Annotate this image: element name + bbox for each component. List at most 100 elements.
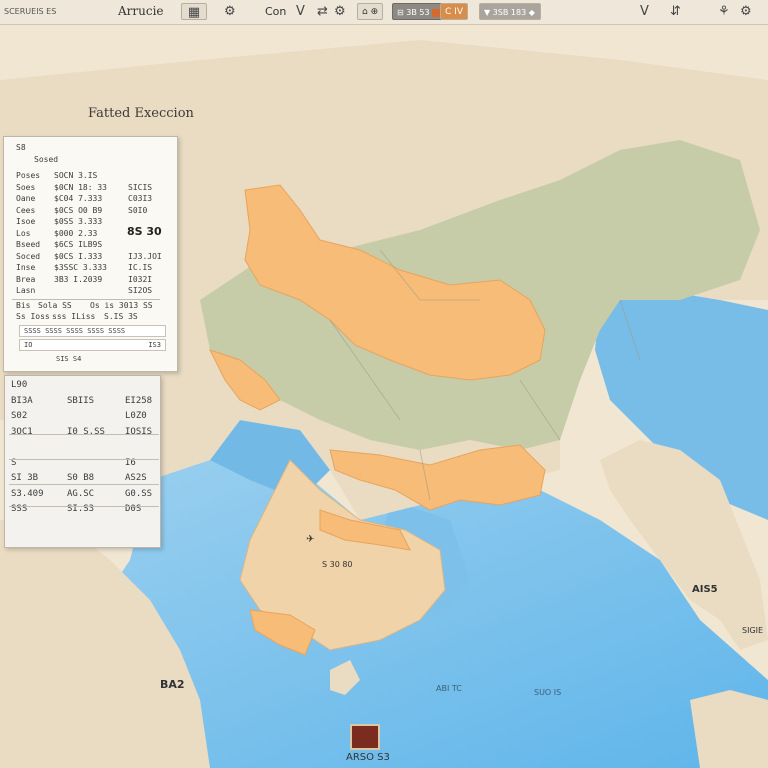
panel1-row-label: Los xyxy=(16,228,31,238)
orange-swatch-icon xyxy=(431,8,440,17)
panel2-divider xyxy=(9,484,159,485)
toolbar-left-text: SCERUEIS ES xyxy=(4,7,57,16)
panel1-row-right: IC.IS xyxy=(128,263,153,272)
panel1-row-label: Inse xyxy=(16,263,36,272)
panel1-row-label: Poses xyxy=(16,171,41,180)
search-select[interactable]: ▼ 3SB 183 ◆ xyxy=(479,3,541,20)
orange-button[interactable]: C IV xyxy=(440,3,468,20)
footer2-mid: sss ILiss xyxy=(52,312,96,321)
panel1-row-right: IJ3.JOI xyxy=(128,251,162,261)
east-asia-label: AIS5 xyxy=(692,584,718,595)
toolbar-title: Arrucie xyxy=(118,4,164,18)
footer2-right: S.IS 3S xyxy=(104,312,138,321)
footer1-right: Os is 3013 SS xyxy=(90,301,153,310)
far-east-land xyxy=(690,690,768,768)
panel2-row-label: S3.409 xyxy=(11,488,44,499)
field2-left: IO xyxy=(24,341,33,349)
dark-select-label: ⊟ 3B 53 xyxy=(397,8,430,17)
pencil-icon[interactable]: ⚙ xyxy=(224,3,236,20)
panel2-row-mid: AG.SC xyxy=(67,488,95,499)
swap-icon[interactable]: ⇄ xyxy=(317,3,328,20)
legend-panel: S8 Sosed Poses SOCN 3.IS Soes $0CN 18: 33 SI… xyxy=(3,136,178,372)
panel2-row: S02 L0Z0 xyxy=(5,411,160,424)
panel1-field-2[interactable]: IO IS3 xyxy=(19,339,166,351)
panel1-row-label: Brea xyxy=(16,274,36,284)
panel1-row-mid: $0CS I.333 xyxy=(54,251,103,261)
con-button[interactable]: Con xyxy=(265,3,286,20)
panel2-row: BI3A SBIIS EI258 xyxy=(5,396,160,409)
panel1-row-mid: SOCN 3.IS xyxy=(54,171,98,180)
panel1-row-label: Lasn xyxy=(16,286,36,295)
footer1-mid: Sola SS xyxy=(38,301,72,310)
panel1-row-right: SI2OS xyxy=(128,286,153,295)
panel1-row-mid: $0CN 18: 33 xyxy=(54,182,107,192)
panel1-row-mid: $C04 7.333 xyxy=(54,194,103,203)
panel1-row-right: C03I3 xyxy=(128,194,153,203)
top-toolbar: SCERUEIS ES Arrucie ▦ ⚙ Con V ⇄ ⚙ ⌂ ⊕ ⊟ … xyxy=(0,0,768,25)
panel1-footer-note: SIS S4 xyxy=(56,355,82,363)
panel1-row-label: Soced xyxy=(16,251,41,261)
panel1-subheader: Sosed xyxy=(34,155,59,164)
dark-select-button[interactable]: ⊟ 3B 53 xyxy=(392,3,445,20)
panel1-row-mid: $0CS O0 B9 xyxy=(54,205,103,215)
location-marker[interactable] xyxy=(350,724,380,750)
panel1-row-right: I032I xyxy=(128,274,153,284)
panel2-row: L90 xyxy=(5,380,160,393)
panel1-footer2: Ss Ioss sss ILiss S.IS 3S xyxy=(4,312,177,325)
panel2-row-right: L0Z0 xyxy=(125,411,147,421)
tools-icon[interactable]: ⚙ xyxy=(334,3,346,20)
panel2-row: 3OC1 I0 S.SS IOSIS xyxy=(5,427,160,440)
panel2-row-label: SI 3B xyxy=(11,473,39,483)
plane-icon: ✈ xyxy=(306,534,315,545)
right-v-button[interactable]: V xyxy=(640,3,649,20)
map-title: Fatted Execcion xyxy=(88,106,194,121)
panel2-row-label: S02 xyxy=(11,411,28,421)
panel1-row-label: Cees xyxy=(16,205,36,215)
panel2-row: S3.409 AG.SC G0.SS xyxy=(5,489,160,502)
panel1-row-label: Bseed xyxy=(16,240,41,249)
panel1-row-mid: $0SS 3.333 xyxy=(54,217,103,226)
ocean-label: ABI TC xyxy=(436,684,462,693)
panel1-row-mid: $3SSC 3.333 xyxy=(54,263,107,272)
panel1-row-label: Oane xyxy=(16,194,36,203)
panel2-row-label: BI3A xyxy=(11,395,33,406)
grid-icon[interactable]: ▦ xyxy=(181,3,207,20)
southwest-label: BA2 xyxy=(160,678,185,691)
panel1-row-mid: $6CS ILB9S xyxy=(54,240,103,249)
layers-button[interactable]: ⌂ ⊕ xyxy=(357,3,384,20)
footer2-label: Ss Ioss xyxy=(16,312,50,321)
panel1-divider xyxy=(12,299,160,300)
footer1-label: Bis xyxy=(16,301,31,310)
panel2-row xyxy=(5,442,160,455)
v-button[interactable]: V xyxy=(296,3,305,20)
panel1-header: S8 xyxy=(16,143,26,152)
panel1-big-value: 8S 30 xyxy=(127,225,162,238)
panel1-field-1[interactable]: SSSS SSSS SSSS SSSS SSSS xyxy=(19,325,166,337)
panel1-row-right: S0I0 xyxy=(128,205,148,215)
panel2-row-right: G0.SS xyxy=(125,488,153,499)
orange-button-right-label: IV xyxy=(454,7,463,17)
panel2-divider xyxy=(9,434,159,435)
stats-panel: L90 BI3A SBIIS EI258 S02 L0Z0 3OC1 I0 S.SS IOSIS… xyxy=(4,375,161,548)
panel1-row-label: Soes xyxy=(16,182,36,192)
share-icon[interactable]: ⇵ xyxy=(670,3,681,20)
panel2-row-right: EI258 xyxy=(125,395,153,406)
settings-icon[interactable]: ⚙ xyxy=(740,3,752,20)
panel2-row-label: 3OC1 xyxy=(11,426,33,437)
panel2-divider xyxy=(9,506,159,507)
panel2-row-right: IOSIS xyxy=(125,426,153,437)
panel2-row-mid: S0 B8 xyxy=(67,473,95,483)
panel2-row-label: L90 xyxy=(11,380,28,390)
person-icon[interactable]: ⚘ xyxy=(718,3,730,20)
panel1-row-label: Isoe xyxy=(16,217,36,226)
panel2-divider xyxy=(9,459,159,460)
panel1-row: Lasn SI2OS xyxy=(4,286,177,299)
field2-right: IS3 xyxy=(148,341,161,349)
orange-button-label: C xyxy=(445,7,452,17)
panel1-row-right: SICIS xyxy=(128,182,153,192)
marker-label: ARSO S3 xyxy=(346,752,390,763)
panel2-row-mid: SBIIS xyxy=(67,395,95,406)
arabia-code-label: S 30 80 xyxy=(322,560,353,569)
panel1-row-mid: $000 2.33 xyxy=(54,228,98,238)
southeast-ocean-label: SUO IS xyxy=(534,688,562,697)
